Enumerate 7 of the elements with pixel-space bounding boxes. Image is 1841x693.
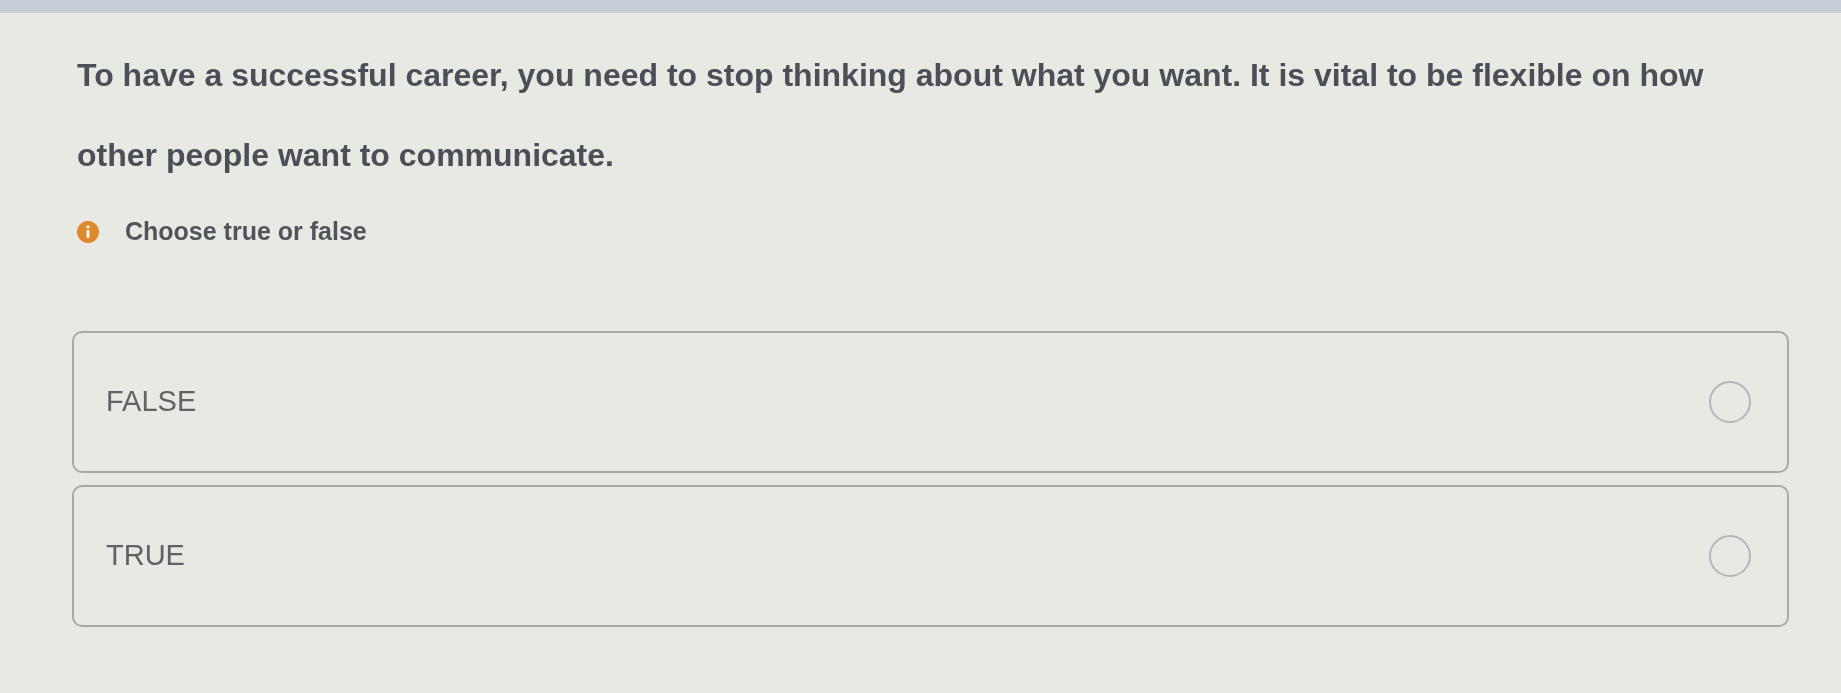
question-text: To have a successful career, you need to stop thinking about what you want. It is vital to be flexible on how other people want to communicate. — [77, 56, 1705, 175]
info-icon — [77, 221, 99, 243]
instruction-text: Choose true or false — [125, 216, 367, 248]
answer-option[interactable]: TRUE — [72, 485, 1789, 627]
answer-option[interactable]: FALSE — [72, 331, 1789, 473]
radio-button[interactable] — [1709, 381, 1751, 423]
radio-button[interactable] — [1709, 535, 1751, 577]
